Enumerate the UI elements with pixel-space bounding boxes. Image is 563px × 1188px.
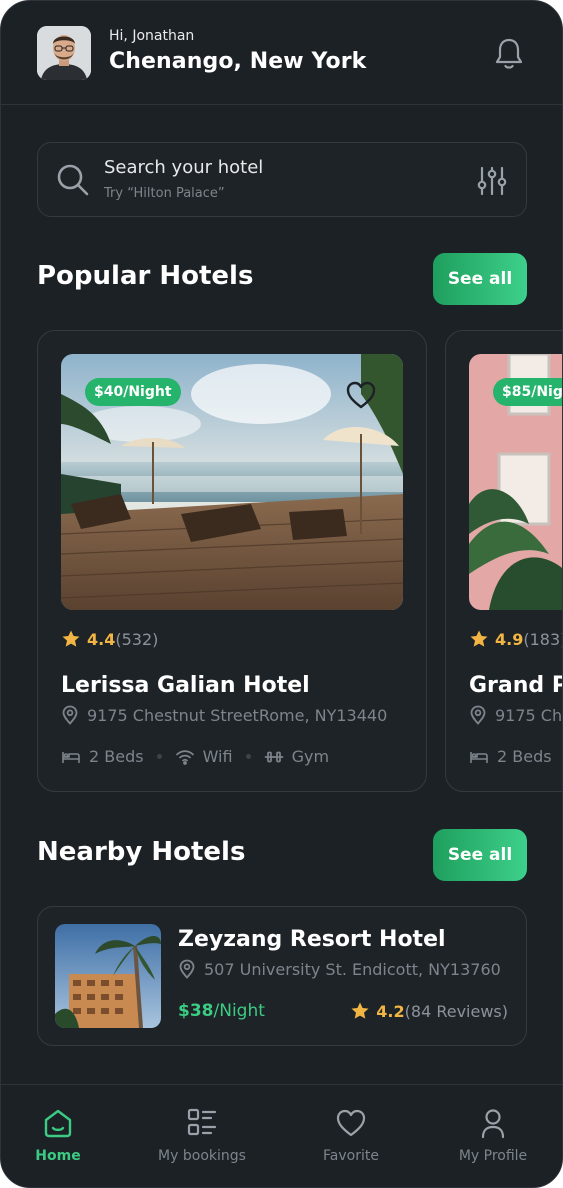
separator-dot bbox=[245, 754, 251, 759]
rating-value: 4.4 bbox=[87, 629, 116, 649]
location-pin-icon bbox=[62, 705, 78, 725]
price-unit: /Night bbox=[213, 1001, 265, 1021]
price-badge: $85/Night bbox=[493, 378, 562, 406]
amenities-row: 2 Beds bbox=[469, 747, 552, 766]
search-input[interactable]: Search your hotel bbox=[104, 157, 263, 178]
bottom-navigation: Home My bookings Favorite My Profile bbox=[1, 1084, 562, 1187]
nearby-see-all-button[interactable]: See all bbox=[433, 829, 527, 881]
hotel-address: 9175 Chestnut Street bbox=[469, 705, 563, 725]
price-badge: $40/Night bbox=[85, 378, 181, 406]
gym-icon bbox=[264, 751, 283, 762]
price-value: $38 bbox=[178, 1001, 214, 1021]
nearby-hotels-title: Nearby Hotels bbox=[37, 837, 246, 867]
rating-row: 4.9 (183) bbox=[469, 629, 563, 649]
home-icon bbox=[44, 1109, 72, 1138]
hotel-card[interactable]: $85/Night 4.9 (183) Grand Palace Hotel 9… bbox=[445, 330, 563, 792]
nearby-hotel-card[interactable]: Zeyzang Resort Hotel 507 University St. … bbox=[37, 906, 527, 1046]
hotel-address: 9175 Chestnut StreetRome, NY13440 bbox=[61, 705, 387, 725]
review-count: (532) bbox=[115, 629, 159, 649]
search-icon bbox=[56, 163, 90, 197]
price-per-night: $38/Night bbox=[178, 1001, 265, 1021]
hotel-card[interactable]: $40/Night 4.4 (532) Lerissa Galian Hotel… bbox=[37, 330, 427, 792]
search-bar[interactable]: Search your hotel Try “Hilton Palace” bbox=[37, 142, 527, 217]
avatar[interactable] bbox=[37, 26, 91, 80]
popular-hotels-title: Popular Hotels bbox=[37, 261, 254, 291]
search-hint: Try “Hilton Palace” bbox=[104, 186, 225, 201]
address-text: 9175 Chestnut Street bbox=[495, 705, 563, 725]
amenity-gym: Gym bbox=[291, 747, 330, 766]
bed-icon bbox=[62, 751, 80, 763]
nav-my-bookings[interactable]: My bookings bbox=[151, 1085, 253, 1187]
profile-icon bbox=[481, 1109, 505, 1139]
amenity-beds: 2 Beds bbox=[497, 747, 552, 766]
rating-row: 4.2 (84 Reviews) bbox=[350, 1001, 508, 1021]
review-count: (84 Reviews) bbox=[404, 1001, 508, 1021]
address-text: 9175 Chestnut StreetRome, NY13440 bbox=[87, 705, 388, 725]
hotel-name[interactable]: Lerissa Galian Hotel bbox=[61, 673, 310, 698]
header: Hi, Jonathan Chenango, New York bbox=[1, 1, 562, 105]
rating-row: 4.4 (532) bbox=[61, 629, 158, 649]
rating-value: 4.2 bbox=[376, 1001, 405, 1021]
hotel-name[interactable]: Zeyzang Resort Hotel bbox=[178, 927, 446, 952]
hotel-name[interactable]: Grand Palace Hotel bbox=[469, 673, 562, 698]
location-pin-icon bbox=[179, 959, 195, 979]
heart-icon bbox=[336, 1109, 366, 1137]
bed-icon bbox=[470, 751, 488, 763]
nav-my-profile[interactable]: My Profile bbox=[449, 1085, 537, 1187]
hotel-address: 507 University St. Endicott, NY13760 bbox=[178, 959, 501, 979]
bell-icon[interactable] bbox=[493, 37, 525, 71]
filter-icon[interactable] bbox=[476, 165, 508, 197]
nav-favorite[interactable]: Favorite bbox=[311, 1085, 391, 1187]
star-icon bbox=[351, 1002, 369, 1019]
hotel-photo[interactable]: $85/Night bbox=[469, 354, 562, 610]
rating-value: 4.9 bbox=[495, 629, 524, 649]
heart-icon[interactable] bbox=[345, 380, 377, 410]
hotel-photo[interactable]: $40/Night bbox=[61, 354, 403, 610]
wifi-icon bbox=[175, 749, 194, 765]
nav-home-label: Home bbox=[35, 1148, 81, 1164]
star-icon bbox=[470, 630, 488, 647]
location-title[interactable]: Chenango, New York bbox=[109, 49, 366, 74]
greeting-text: Hi, Jonathan bbox=[109, 28, 195, 44]
popular-see-all-button[interactable]: See all bbox=[433, 253, 527, 305]
location-pin-icon bbox=[470, 705, 486, 725]
separator-dot bbox=[156, 754, 162, 759]
star-icon bbox=[62, 630, 80, 647]
amenity-wifi: Wifi bbox=[202, 747, 233, 766]
amenity-beds: 2 Beds bbox=[89, 747, 144, 766]
nav-favorite-label: Favorite bbox=[323, 1148, 379, 1164]
amenities-row: 2 Beds Wifi Gym bbox=[61, 747, 329, 766]
nav-my-bookings-label: My bookings bbox=[158, 1148, 246, 1164]
address-text: 507 University St. Endicott, NY13760 bbox=[204, 959, 501, 979]
hotel-photo[interactable] bbox=[55, 924, 161, 1028]
review-count: (183) bbox=[523, 629, 563, 649]
app-screen: Hi, Jonathan Chenango, New York Search y… bbox=[0, 0, 563, 1188]
bookings-icon bbox=[187, 1108, 217, 1136]
nav-my-profile-label: My Profile bbox=[458, 1148, 528, 1164]
nav-home[interactable]: Home bbox=[23, 1085, 93, 1187]
